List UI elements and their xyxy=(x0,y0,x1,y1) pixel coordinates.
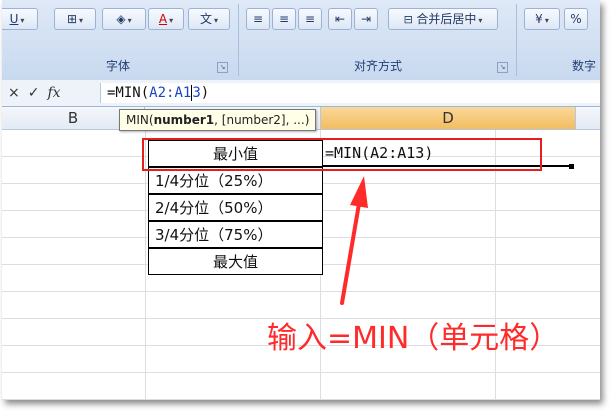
annotation-text: 输入=MIN（单元格） xyxy=(267,321,560,356)
excel-window: U ▾ ⊞ ▾ ◈ ▾ A ▾ 文 ▾ 字体 ↘ ≡ ≡ ≡ ⇤ ⇥ ⊟ 合并后居中 ▾ 对… xyxy=(2,0,600,400)
